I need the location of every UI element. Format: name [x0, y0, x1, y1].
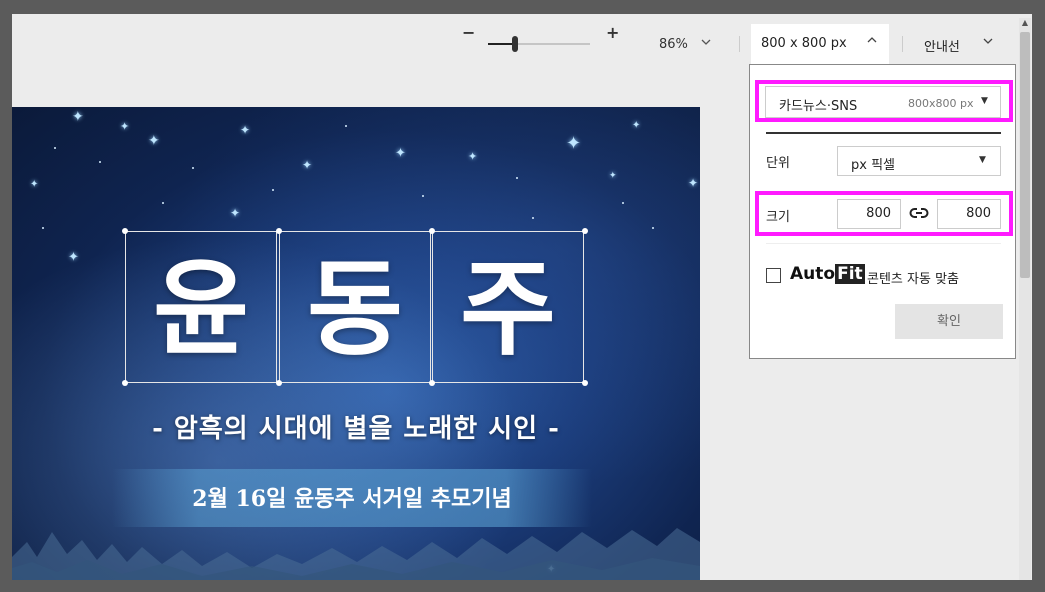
star-icon: ✦ [609, 171, 617, 181]
autofit-label: 콘텐츠 자동 맞춤 [867, 272, 959, 287]
star-dot [422, 195, 424, 197]
star-icon: ✦ [72, 109, 84, 125]
tree-silhouette [12, 528, 700, 580]
resize-handle[interactable] [429, 228, 435, 234]
title-char[interactable]: 윤 [125, 239, 277, 379]
star-dot [532, 217, 534, 219]
guide-button[interactable]: 안내선 [924, 36, 960, 55]
confirm-button[interactable]: 확인 [895, 304, 1003, 339]
highlight-preset [755, 80, 1013, 122]
unit-select[interactable]: px 픽셀 ▼ [837, 146, 1001, 176]
star-icon: ✦ [302, 158, 313, 172]
subtitle-text[interactable]: - 암흑의 시대에 별을 노래한 시인 - [12, 408, 700, 445]
star-dot [516, 177, 518, 179]
zoom-out-button[interactable]: − [462, 23, 475, 42]
star-icon: ✦ [148, 133, 160, 149]
star-dot [42, 227, 44, 229]
star-icon: ✦ [468, 150, 478, 163]
star-icon: ✦ [395, 146, 406, 161]
star-dot [652, 227, 654, 229]
star-dot [99, 161, 101, 163]
highlight-size [755, 191, 1013, 236]
autofit-logo-text: Auto Fit [790, 264, 865, 284]
unit-value: px 픽셀 [851, 158, 895, 173]
star-dot [54, 147, 56, 149]
chevron-down-icon[interactable] [982, 35, 994, 50]
star-icon: ✦ [230, 206, 241, 220]
canvas-size-button[interactable]: 800 x 800 px [751, 24, 889, 66]
toolbar-divider [902, 36, 903, 52]
title-char[interactable]: 동 [279, 239, 431, 379]
resize-handle[interactable] [582, 380, 588, 386]
resize-handle[interactable] [122, 228, 128, 234]
autofit-checkbox[interactable] [766, 268, 781, 283]
panel-divider [766, 243, 1001, 244]
star-dot [272, 189, 274, 191]
star-icon: ✦ [30, 179, 39, 190]
resize-handle[interactable] [582, 228, 588, 234]
canvas-size-label: 800 x 800 px [761, 36, 847, 51]
unit-label: 단위 [766, 156, 790, 171]
caret-down-icon: ▼ [979, 155, 986, 165]
zoom-in-button[interactable]: + [606, 23, 619, 42]
title-char[interactable]: 주 [432, 239, 584, 379]
star-dot [345, 125, 347, 127]
star-dot [622, 202, 624, 204]
toolbar-divider [739, 36, 740, 52]
star-icon: ✦ [120, 120, 130, 133]
star-icon: ✦ [68, 250, 79, 265]
zoom-slider-fill [488, 43, 515, 45]
star-icon: ✦ [632, 120, 641, 131]
resize-handle[interactable] [122, 380, 128, 386]
star-icon: ✦ [566, 133, 582, 154]
zoom-level[interactable]: 86% [659, 37, 688, 52]
star-icon: ✦ [240, 123, 251, 137]
zoom-slider-thumb[interactable] [512, 36, 518, 52]
design-canvas[interactable]: ✦ ✦ ✦ ✦ ✦ ✦ ✦ ✦ ✦ ✦ ✦ ✦ ✦ ✦ ✦ 윤 동 주 - 암흑… [12, 107, 700, 580]
resize-handle[interactable] [276, 380, 282, 386]
chevron-down-icon[interactable] [700, 36, 712, 51]
chevron-up-icon [866, 34, 878, 49]
star-dot [192, 167, 194, 169]
resize-handle[interactable] [276, 228, 282, 234]
autofit-logo: Auto Fit [790, 264, 865, 284]
star-icon: ✦ [688, 176, 699, 190]
panel-divider [766, 132, 1001, 134]
scrollbar-thumb[interactable] [1020, 32, 1030, 278]
star-dot [162, 202, 164, 204]
scroll-up-arrow-icon[interactable]: ▲ [1018, 17, 1032, 29]
resize-handle[interactable] [429, 380, 435, 386]
